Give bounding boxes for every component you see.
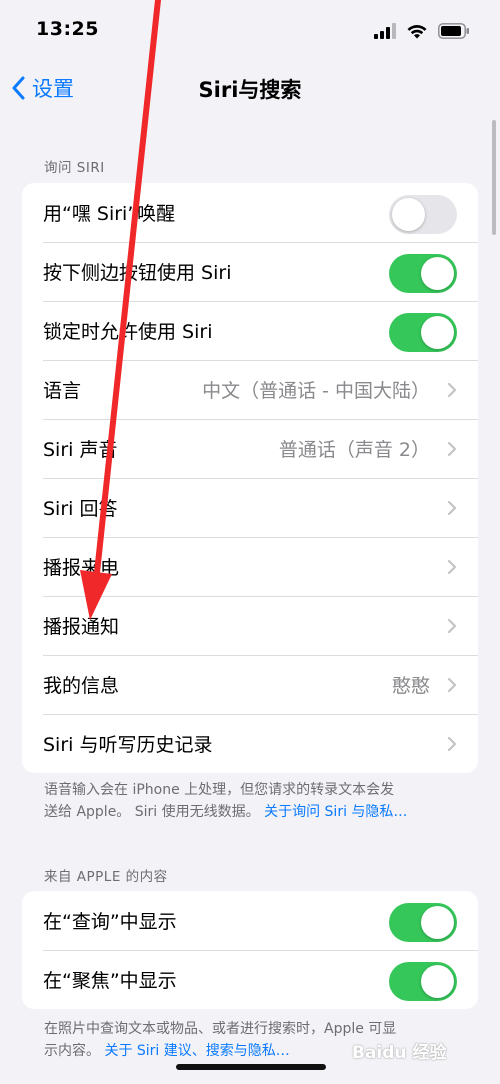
toggle-knob: [421, 316, 454, 349]
row-label: Siri 回答: [43, 498, 118, 520]
show-in-spotlight-toggle[interactable]: [389, 962, 457, 1001]
ask-siri-footer-note: 语音输入会在 iPhone 上处理，但您请求的转录文本会发 送给 Apple。 …: [44, 779, 458, 823]
row-announce-calls[interactable]: 播报来电: [22, 537, 478, 596]
row-label: 锁定时允许使用 Siri: [43, 321, 213, 343]
chevron-right-icon: [447, 677, 457, 693]
content-from-apple-group: 在“查询”中显示 在“聚焦”中显示: [22, 891, 478, 1009]
chevron-right-icon: [447, 382, 457, 398]
status-bar: 13:25: [0, 0, 500, 60]
show-in-look-up-toggle[interactable]: [389, 903, 457, 942]
row-allow-siri-locked[interactable]: 锁定时允许使用 Siri: [22, 301, 478, 360]
row-label: 在“查询”中显示: [43, 911, 177, 933]
row-value: 中文（普通话 - 中国大陆）: [202, 380, 430, 402]
row-label: 播报来电: [43, 557, 120, 579]
row-label: Siri 声音: [43, 439, 118, 461]
row-announce-notifications[interactable]: 播报通知: [22, 596, 478, 655]
row-show-in-look-up[interactable]: 在“查询”中显示: [22, 891, 478, 950]
watermark: Baidu 经验: [352, 1043, 447, 1063]
status-icons: [374, 20, 470, 42]
toggle-knob: [392, 198, 425, 231]
chevron-right-icon: [447, 736, 457, 752]
footer-line: 语音输入会在 iPhone 上处理，但您请求的转录文本会发: [44, 782, 395, 798]
row-language[interactable]: 语言 中文（普通话 - 中国大陆）: [22, 360, 478, 419]
row-hey-siri[interactable]: 用“嘿 Siri”唤醒: [22, 183, 478, 242]
row-value: 憨憨: [391, 675, 430, 697]
footer-text: 送给 Apple。 Siri 使用无线数据。: [44, 804, 260, 820]
row-label: 播报通知: [43, 616, 120, 638]
about-ask-siri-privacy-link[interactable]: 关于询问 Siri 与隐私…: [264, 804, 407, 820]
chevron-right-icon: [447, 500, 457, 516]
status-time: 13:25: [36, 18, 99, 40]
row-label: Siri 与听写历史记录: [43, 734, 213, 756]
section-header-ask-siri: 询问 SIRI: [44, 160, 105, 176]
row-siri-responses[interactable]: Siri 回答: [22, 478, 478, 537]
toggle-knob: [421, 906, 454, 939]
chevron-right-icon: [447, 559, 457, 575]
home-indicator[interactable]: [176, 1064, 326, 1070]
toggle-knob: [421, 257, 454, 290]
wifi-icon: [407, 25, 427, 39]
allow-siri-locked-toggle[interactable]: [389, 313, 457, 352]
scroll-indicator: [492, 120, 496, 235]
cellular-signal-icon: [374, 23, 396, 39]
battery-icon: [438, 23, 469, 39]
footer-text: 示内容。: [44, 1043, 100, 1059]
row-siri-dictation-history[interactable]: Siri 与听写历史记录: [22, 714, 478, 773]
row-my-information[interactable]: 我的信息 憨憨: [22, 655, 478, 714]
row-label: 按下侧边按钮使用 Siri: [43, 262, 232, 284]
row-side-button-siri[interactable]: 按下侧边按钮使用 Siri: [22, 242, 478, 301]
footer-line: 送给 Apple。 Siri 使用无线数据。 关于询问 Siri 与隐私…: [44, 801, 458, 823]
section-header-content-from-apple: 来自 APPLE 的内容: [44, 869, 168, 885]
row-label: 用“嘿 Siri”唤醒: [43, 203, 176, 225]
footer-line: 在照片中查询文本或物品、或者进行搜索时，Apple 可显: [44, 1021, 397, 1037]
row-show-in-spotlight[interactable]: 在“聚焦”中显示: [22, 950, 478, 1009]
ask-siri-group: 用“嘿 Siri”唤醒 按下侧边按钮使用 Siri 锁定时允许使用 Siri 语…: [22, 183, 478, 773]
row-siri-voice[interactable]: Siri 声音 普通话（声音 2）: [22, 419, 478, 478]
row-label: 我的信息: [43, 675, 120, 697]
page-title: Siri与搜索: [198, 78, 302, 102]
row-value: 普通话（声音 2）: [278, 439, 430, 461]
hey-siri-toggle[interactable]: [389, 195, 457, 234]
row-label: 在“聚焦”中显示: [43, 970, 177, 992]
toggle-knob: [421, 965, 454, 998]
chevron-right-icon: [447, 441, 457, 457]
about-siri-suggestions-privacy-link[interactable]: 关于 Siri 建议、搜索与隐私…: [104, 1043, 289, 1059]
navigation-bar: 设置 Siri与搜索: [0, 60, 500, 116]
row-label: 语言: [43, 380, 82, 402]
side-button-siri-toggle[interactable]: [389, 254, 457, 293]
chevron-right-icon: [447, 618, 457, 634]
